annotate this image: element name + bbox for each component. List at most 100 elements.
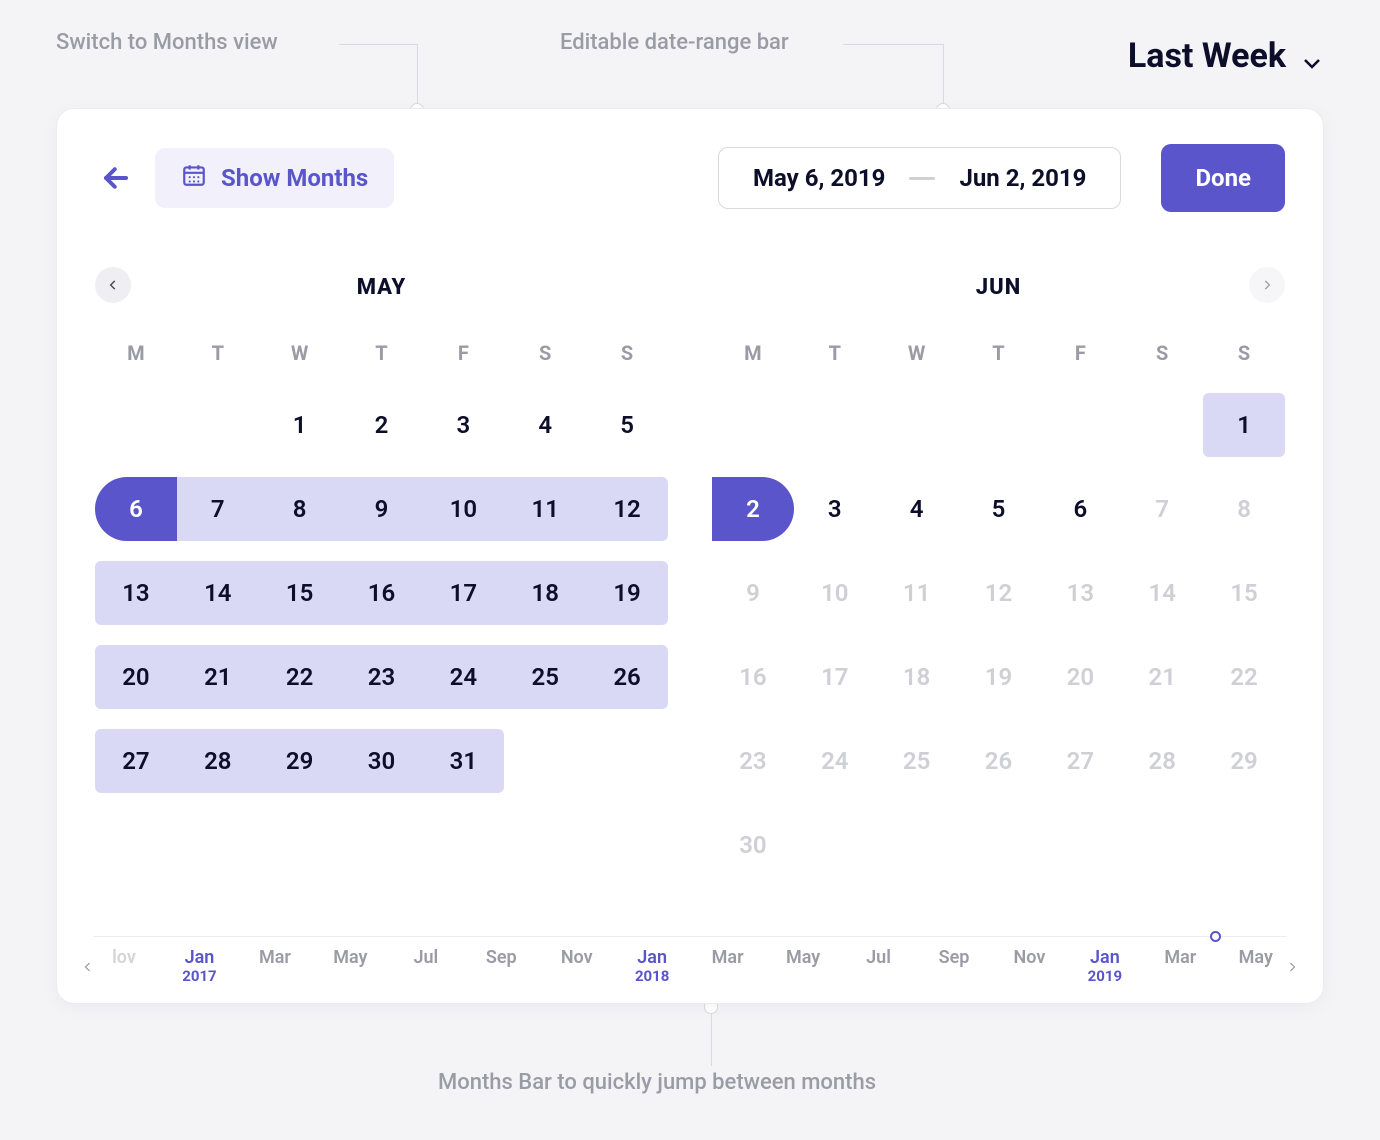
back-button[interactable] [95,157,137,199]
day-cell[interactable]: 8 [259,467,341,551]
day-cell[interactable]: 22 [1203,635,1285,719]
day-cell[interactable]: 20 [1039,635,1121,719]
day-cell[interactable]: 1 [259,383,341,467]
day-cell[interactable]: 21 [1121,635,1203,719]
day-cell[interactable]: 31 [422,719,504,803]
month-next-button[interactable] [1249,267,1285,303]
timeline-month[interactable]: Jan2019 [1082,947,1128,985]
day-cell[interactable]: 24 [794,719,876,803]
day-number: 14 [1149,579,1176,607]
day-cell[interactable]: 20 [95,635,177,719]
day-empty [1203,803,1285,887]
day-cell[interactable]: 5 [958,467,1040,551]
day-cell[interactable]: 11 [876,551,958,635]
day-cell[interactable]: 2 [712,467,794,551]
day-cell[interactable]: 10 [794,551,876,635]
day-cell[interactable]: 25 [876,719,958,803]
day-cell[interactable]: 12 [586,467,668,551]
day-cell[interactable]: 16 [341,551,423,635]
day-cell[interactable]: 28 [177,719,259,803]
day-cell[interactable]: 19 [958,635,1040,719]
day-cell[interactable]: 22 [259,635,341,719]
day-cell[interactable]: 13 [95,551,177,635]
date-range-input[interactable]: May 6, 2019 Jun 2, 2019 [718,147,1121,209]
day-cell[interactable]: 27 [1039,719,1121,803]
chevron-down-icon [1300,44,1324,68]
day-cell[interactable]: 26 [586,635,668,719]
day-cell[interactable]: 26 [958,719,1040,803]
day-cell[interactable]: 6 [1039,467,1121,551]
day-cell[interactable]: 23 [712,719,794,803]
day-cell[interactable]: 4 [504,383,586,467]
weekday-label: M [712,341,794,383]
day-cell[interactable]: 17 [794,635,876,719]
weekday-label: T [958,341,1040,383]
timeline-month[interactable]: Jan2017 [176,947,222,985]
day-cell[interactable]: 14 [177,551,259,635]
day-cell[interactable]: 30 [341,719,423,803]
range-preset-dropdown[interactable]: Last Week [1128,36,1324,76]
timeline-month[interactable]: Jul [856,947,902,968]
day-cell[interactable]: 4 [876,467,958,551]
timeline-month[interactable]: May [780,947,826,968]
done-button[interactable]: Done [1161,144,1285,212]
day-cell[interactable]: 29 [259,719,341,803]
timeline-month[interactable]: Sep [931,947,977,968]
day-cell[interactable]: 15 [1203,551,1285,635]
day-cell[interactable]: 18 [876,635,958,719]
month-title: MAY [357,275,407,300]
day-cell[interactable]: 21 [177,635,259,719]
timeline-month[interactable]: Nov [554,947,600,968]
day-cell[interactable]: 14 [1121,551,1203,635]
day-cell[interactable]: 29 [1203,719,1285,803]
day-cell[interactable]: 9 [712,551,794,635]
timeline-month-label: May [1233,947,1279,968]
timeline-month-label: Sep [931,947,977,968]
day-cell[interactable]: 28 [1121,719,1203,803]
show-months-button[interactable]: Show Months [155,148,394,208]
timeline-month[interactable]: Jan2018 [629,947,675,985]
day-cell[interactable]: 1 [1203,383,1285,467]
day-cell[interactable]: 19 [586,551,668,635]
day-grid: 1234567891011121314151617181920212223242… [712,383,1285,887]
day-cell[interactable]: 3 [794,467,876,551]
day-cell[interactable]: 3 [422,383,504,467]
day-cell[interactable]: 30 [712,803,794,887]
day-cell[interactable]: 16 [712,635,794,719]
timeline-month[interactable]: May [327,947,373,968]
day-cell[interactable]: 24 [422,635,504,719]
day-cell[interactable]: 11 [504,467,586,551]
day-cell[interactable]: 15 [259,551,341,635]
day-cell[interactable]: 7 [177,467,259,551]
weekday-label: T [341,341,423,383]
timeline-month[interactable]: Sep [478,947,524,968]
day-cell[interactable]: 23 [341,635,423,719]
timeline-month[interactable]: May [1233,947,1279,968]
day-cell[interactable]: 9 [341,467,423,551]
timeline-month[interactable]: Mar [705,947,751,968]
timeline-month[interactable]: Nov [1006,947,1052,968]
day-cell[interactable]: 8 [1203,467,1285,551]
day-cell[interactable]: 13 [1039,551,1121,635]
timeline-month[interactable]: Jul [403,947,449,968]
timeline-month[interactable]: Mar [1157,947,1203,968]
day-cell[interactable]: 2 [341,383,423,467]
day-cell[interactable]: 6 [95,467,177,551]
day-number: 18 [532,579,559,607]
day-cell[interactable]: 17 [422,551,504,635]
timeline-month-label: Sep [478,947,524,968]
day-cell[interactable]: 10 [422,467,504,551]
timeline-month[interactable]: Mar [252,947,298,968]
day-cell[interactable]: 25 [504,635,586,719]
day-cell[interactable]: 27 [95,719,177,803]
timeline-rail[interactable] [93,936,1287,937]
month-prev-button[interactable] [95,267,131,303]
day-cell[interactable]: 12 [958,551,1040,635]
day-cell[interactable]: 7 [1121,467,1203,551]
day-cell[interactable]: 5 [586,383,668,467]
timeline-prev-button[interactable] [75,947,101,987]
timeline-month[interactable]: lov [101,947,147,968]
day-cell[interactable]: 18 [504,551,586,635]
timeline-next-button[interactable] [1279,947,1305,987]
timeline-handle-icon[interactable] [1210,931,1221,942]
